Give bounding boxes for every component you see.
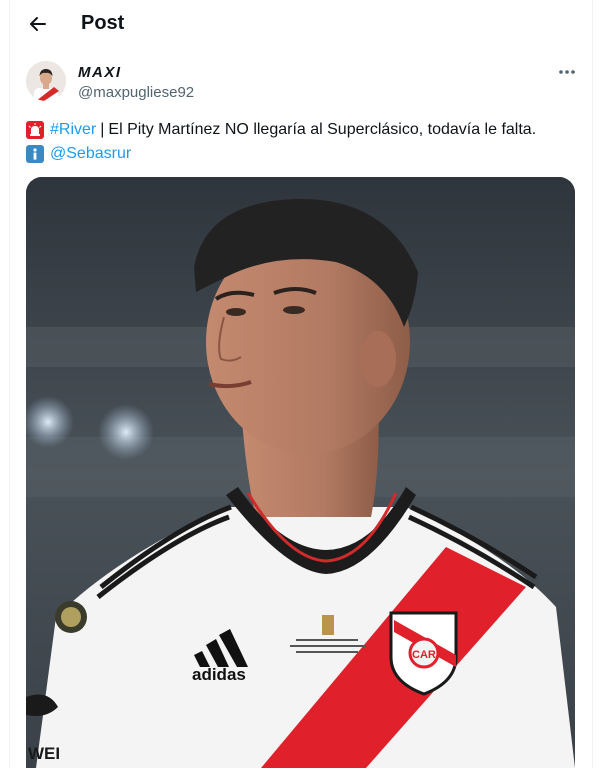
more-options-button[interactable]	[554, 62, 580, 82]
information-emoji	[26, 145, 44, 163]
top-bar: Post	[10, 0, 592, 48]
hashtag-link[interactable]: #River	[50, 119, 96, 141]
post-text-line-1: #River | El Pity Martínez NO llegaría al…	[26, 119, 536, 141]
svg-text:CARP: CARP	[412, 649, 443, 661]
author-handle[interactable]: @maxpugliese92	[78, 84, 194, 101]
siren-emoji	[26, 121, 44, 139]
post-media-image[interactable]: adidas CARP WEI	[26, 177, 575, 768]
post-text-line-2: @Sebasrur	[26, 143, 131, 165]
sponsor-text: WEI	[28, 744, 60, 763]
post-text: El Pity Martínez NO llegaría al Superclá…	[108, 121, 537, 138]
back-button[interactable]	[24, 10, 52, 38]
page-title: Post	[81, 12, 125, 34]
post-view: Post MAXI @maxpugliese92 #River | El Pit…	[9, 0, 593, 768]
arrow-left-icon	[30, 17, 46, 31]
jersey-brand: adidas	[192, 665, 246, 684]
author-name[interactable]: MAXI	[78, 64, 122, 81]
mention-link[interactable]: @Sebasrur	[50, 143, 131, 165]
separator: |	[100, 121, 105, 138]
more-horizontal-icon	[559, 70, 575, 74]
avatar[interactable]	[26, 61, 66, 101]
